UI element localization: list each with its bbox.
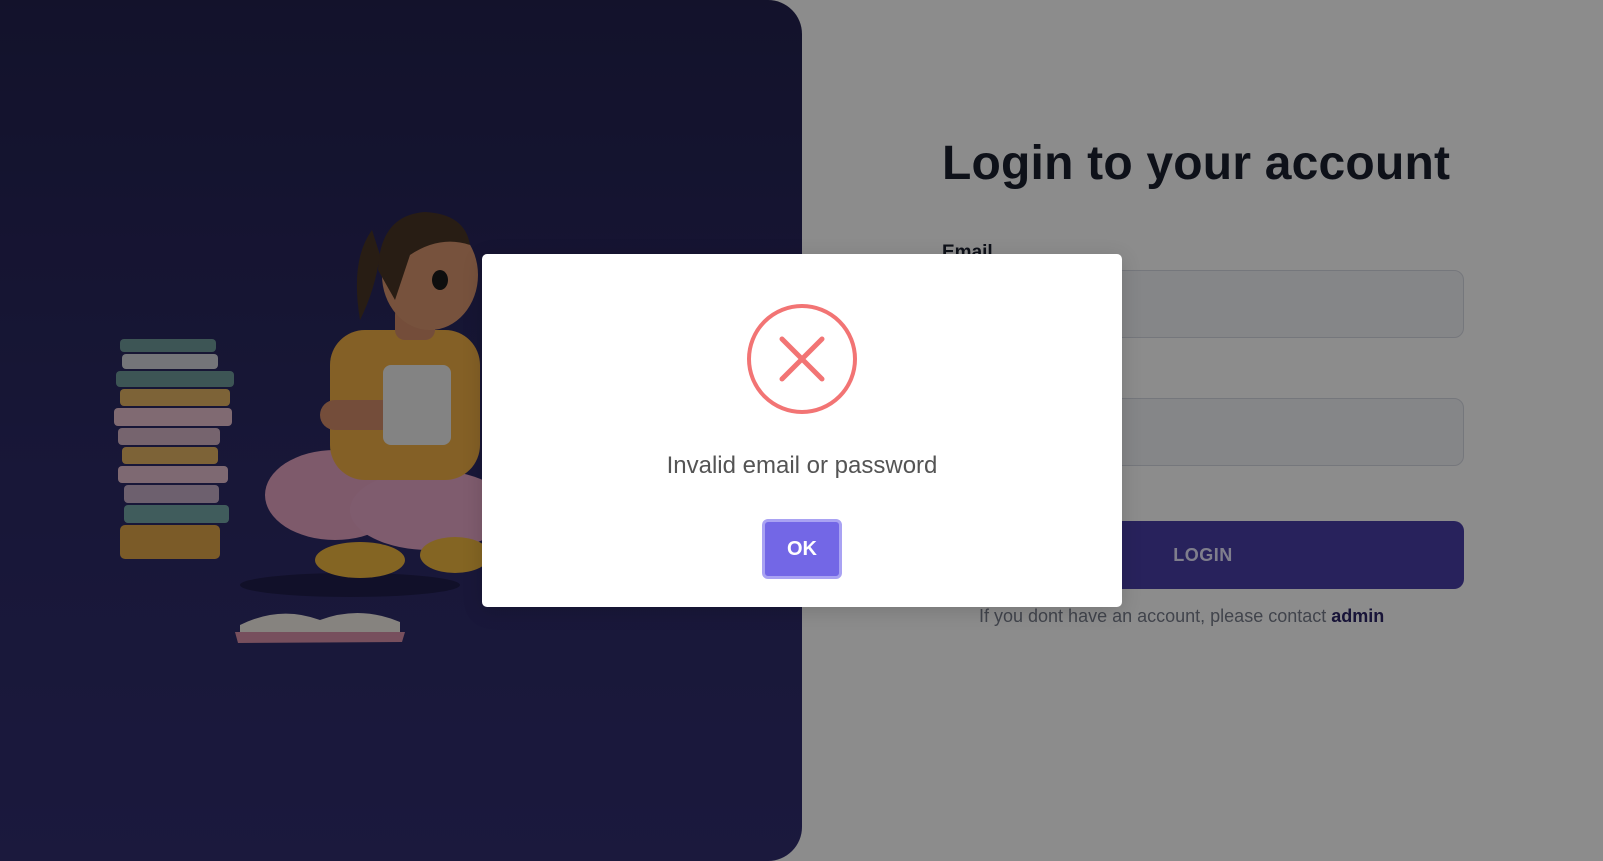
ok-button[interactable]: OK [762,519,842,579]
error-x-icon [747,304,857,414]
error-dialog: Invalid email or password OK [482,254,1122,607]
error-message: Invalid email or password [666,452,938,479]
